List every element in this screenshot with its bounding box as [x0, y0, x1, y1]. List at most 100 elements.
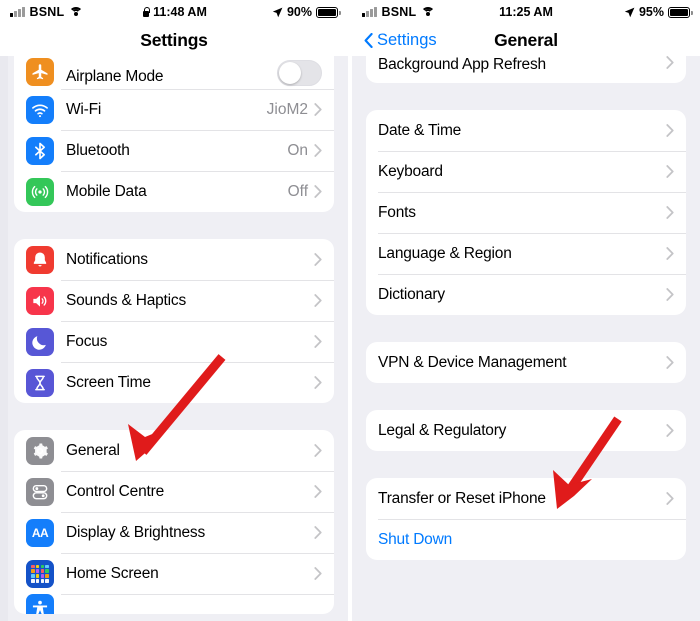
chevron-left-icon — [364, 32, 373, 48]
general-row-shut-down[interactable]: Shut Down — [366, 519, 686, 560]
settings-row-label: Control Centre — [66, 482, 164, 500]
screen-time-hourglass-icon — [26, 368, 54, 397]
general-group-background-refresh: Background App Refresh — [366, 56, 686, 83]
lock-icon — [141, 7, 150, 18]
settings-row-label: Focus — [66, 332, 108, 350]
chevron-right-icon — [666, 165, 674, 178]
chevron-right-icon — [314, 444, 322, 457]
back-button-label: Settings — [377, 30, 437, 49]
chevron-right-icon — [314, 185, 322, 198]
general-row-vpn-device-management[interactable]: VPN & Device Management — [366, 342, 686, 383]
carrier-name: BSNL — [381, 5, 417, 19]
wifi-icon — [26, 95, 54, 124]
general-row-legal-regulatory[interactable]: Legal & Regulatory — [366, 410, 686, 451]
general-row-fonts[interactable]: Fonts — [366, 192, 686, 233]
general-row-keyboard[interactable]: Keyboard — [366, 151, 686, 192]
settings-row-label: Wi-Fi — [66, 100, 102, 118]
settings-row-general[interactable]: General — [14, 430, 334, 471]
settings-row-sounds-haptics[interactable]: Sounds & Haptics — [14, 280, 334, 321]
settings-row-accessibility-partial[interactable] — [14, 594, 334, 614]
settings-row-wifi[interactable]: Wi-Fi JioM2 — [14, 89, 334, 130]
settings-row-label: Fonts — [378, 203, 416, 221]
settings-row-label: General — [66, 441, 120, 459]
settings-row-label: Bluetooth — [66, 141, 130, 159]
battery-percent: 95% — [638, 5, 664, 19]
status-bar-left: BSNL — [362, 5, 436, 19]
left-status-bar: BSNL 11:48 AM 90% — [0, 0, 348, 24]
right-status-bar: BSNL 11:25 AM 95% — [352, 0, 700, 24]
settings-row-mobile-data[interactable]: Mobile Data Off — [14, 171, 334, 212]
focus-moon-icon — [26, 327, 54, 356]
chevron-right-icon — [666, 206, 674, 219]
left-edge-gutter — [0, 0, 8, 621]
settings-row-screen-time[interactable]: Screen Time — [14, 362, 334, 403]
left-settings-list[interactable]: Airplane Mode Wi-Fi JioM2 Bluetooth On M… — [0, 56, 348, 621]
wifi-icon — [69, 6, 84, 18]
settings-row-value: Off — [287, 182, 308, 200]
general-row-date-time[interactable]: Date & Time — [366, 110, 686, 151]
status-bar-clock: 11:48 AM — [153, 5, 207, 19]
settings-row-value: JioM2 — [266, 100, 308, 118]
location-arrow-icon — [624, 7, 635, 17]
bluetooth-icon — [26, 136, 54, 165]
settings-row-focus[interactable]: Focus — [14, 321, 334, 362]
settings-row-display-brightness[interactable]: AA Display & Brightness — [14, 512, 334, 553]
status-bar-right: 90% — [272, 5, 341, 19]
chevron-right-icon — [666, 288, 674, 301]
chevron-right-icon — [314, 103, 322, 116]
settings-group-system: General Control Centre AA Display & Brig… — [14, 430, 334, 614]
chevron-right-icon — [314, 335, 322, 348]
settings-row-home-screen[interactable]: Home Screen — [14, 553, 334, 594]
airplane-icon — [26, 58, 54, 86]
general-group-legal: Legal & Regulatory — [366, 410, 686, 451]
back-button[interactable]: Settings — [364, 31, 437, 50]
settings-row-label: Dictionary — [378, 285, 445, 303]
chevron-right-icon — [314, 526, 322, 539]
settings-group-connectivity: Airplane Mode Wi-Fi JioM2 Bluetooth On M… — [14, 56, 334, 212]
chevron-right-icon — [666, 424, 674, 437]
location-arrow-icon — [272, 7, 283, 17]
settings-row-label: Background App Refresh — [378, 56, 546, 73]
battery-icon — [316, 6, 341, 18]
settings-row-notifications[interactable]: Notifications — [14, 239, 334, 280]
home-screen-grid-icon — [26, 559, 54, 588]
general-row-transfer-or-reset-iphone[interactable]: Transfer or Reset iPhone — [366, 478, 686, 519]
battery-icon — [668, 6, 693, 18]
settings-row-airplane-mode[interactable]: Airplane Mode — [14, 56, 334, 89]
settings-row-label: Legal & Regulatory — [378, 421, 507, 439]
settings-row-label: Notifications — [66, 250, 148, 268]
settings-row-label: VPN & Device Management — [378, 353, 567, 371]
airplane-mode-toggle[interactable] — [277, 60, 322, 86]
chevron-right-icon — [314, 294, 322, 307]
chevron-right-icon — [666, 356, 674, 369]
settings-row-control-centre[interactable]: Control Centre — [14, 471, 334, 512]
settings-row-label: Display & Brightness — [66, 523, 206, 541]
cellular-bars-icon — [362, 7, 377, 17]
home-grid-glyph — [31, 564, 49, 583]
sounds-speaker-icon — [26, 286, 54, 315]
general-row-dictionary[interactable]: Dictionary — [366, 274, 686, 315]
settings-row-label: Screen Time — [66, 373, 151, 391]
settings-row-label: Shut Down — [378, 530, 453, 548]
carrier-name: BSNL — [29, 5, 65, 19]
right-general-list[interactable]: Background App Refresh Date & Time Keybo… — [352, 56, 700, 621]
settings-row-bluetooth[interactable]: Bluetooth On — [14, 130, 334, 171]
dual-phone-screenshot: BSNL 11:48 AM 90% Settings Airplane Mode… — [0, 0, 700, 621]
general-group-locale: Date & Time Keyboard Fonts Language & Re… — [366, 110, 686, 315]
chevron-right-icon — [666, 247, 674, 260]
settings-row-label: Sounds & Haptics — [66, 291, 187, 309]
chevron-right-icon — [314, 144, 322, 157]
settings-row-value: On — [287, 141, 308, 159]
general-row-background-app-refresh[interactable]: Background App Refresh — [366, 56, 686, 83]
right-nav-bar: Settings General — [352, 24, 700, 56]
chevron-right-icon — [314, 485, 322, 498]
page-title: Settings — [140, 29, 208, 50]
chevron-right-icon — [314, 253, 322, 266]
settings-row-label: Date & Time — [378, 121, 462, 139]
general-row-language-region[interactable]: Language & Region — [366, 233, 686, 274]
battery-percent: 90% — [286, 5, 312, 19]
notifications-bell-icon — [26, 245, 54, 274]
